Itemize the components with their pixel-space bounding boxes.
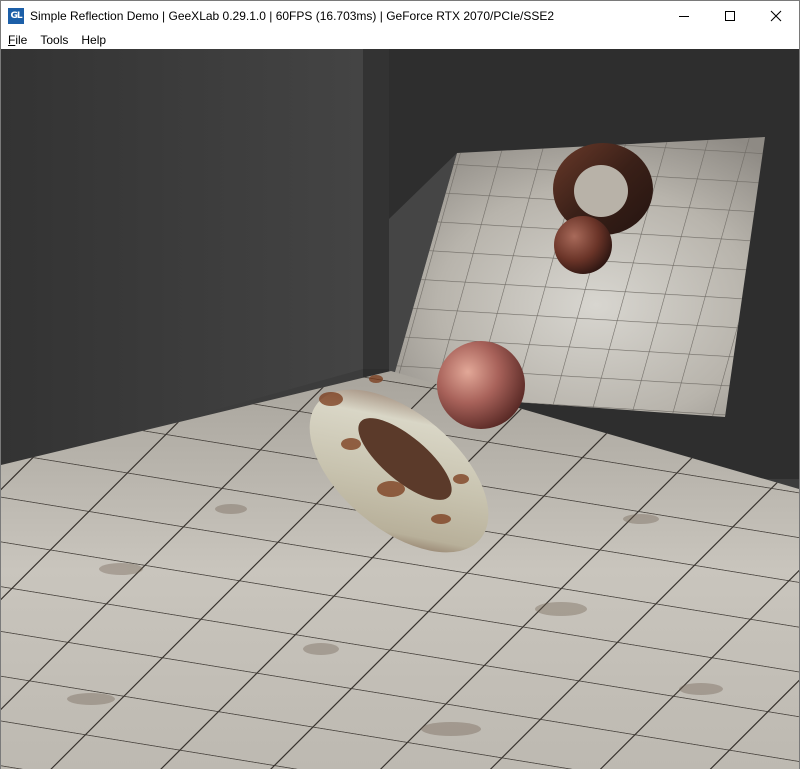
sphere xyxy=(437,341,525,429)
reflected-sphere xyxy=(554,216,612,274)
menu-file-label: ile xyxy=(15,32,28,47)
3d-viewport[interactable] xyxy=(1,49,799,769)
app-window: GL Simple Reflection Demo | GeeXLab 0.29… xyxy=(0,0,800,769)
caption-buttons xyxy=(661,1,799,30)
app-icon: GL xyxy=(8,7,24,24)
close-button[interactable] xyxy=(753,1,799,30)
window-title: Simple Reflection Demo | GeeXLab 0.29.1.… xyxy=(30,8,555,23)
maximize-icon xyxy=(725,10,735,21)
menu-bar: File Tools Help xyxy=(1,30,799,49)
maximize-button[interactable] xyxy=(707,1,753,30)
menu-tools[interactable]: Tools xyxy=(34,33,74,47)
minimize-icon xyxy=(679,15,689,17)
menu-file[interactable]: File xyxy=(2,33,33,47)
scene-render xyxy=(1,49,799,769)
title-bar[interactable]: GL Simple Reflection Demo | GeeXLab 0.29… xyxy=(1,1,799,30)
menu-help-label: Help xyxy=(81,32,107,47)
minimize-button[interactable] xyxy=(661,1,707,30)
close-icon xyxy=(770,10,782,21)
menu-tools-label: Tools xyxy=(40,32,69,47)
menu-help[interactable]: Help xyxy=(75,33,112,47)
